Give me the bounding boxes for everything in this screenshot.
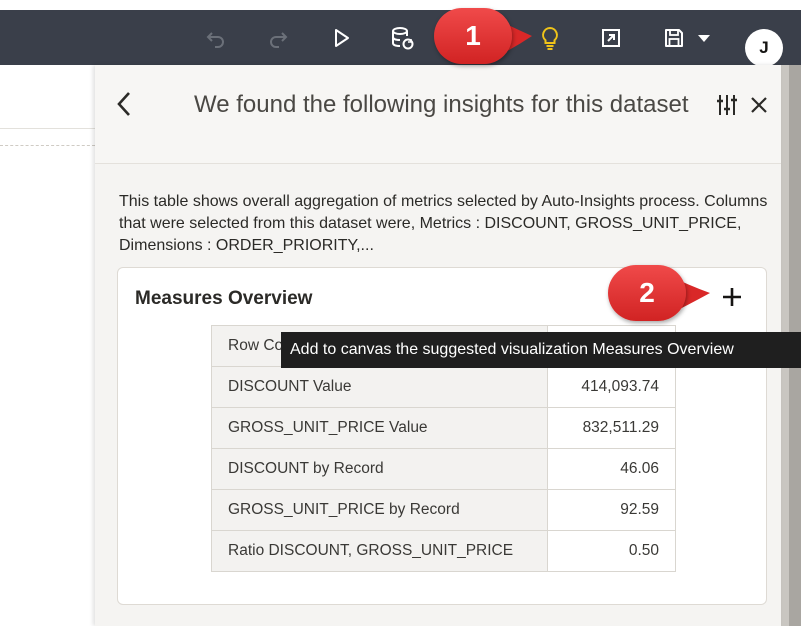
add-to-canvas-tooltip: Add to canvas the suggested visualizatio…: [281, 332, 801, 368]
canvas-area: [0, 65, 95, 626]
measure-value: 92.59: [547, 489, 676, 531]
measure-label: Ratio DISCOUNT, GROSS_UNIT_PRICE: [211, 530, 548, 572]
measure-value: 46.06: [547, 448, 676, 490]
play-icon[interactable]: [325, 22, 357, 54]
undo-icon[interactable]: [200, 22, 232, 54]
measure-label: GROSS_UNIT_PRICE Value: [211, 407, 548, 449]
save-icon[interactable]: [658, 22, 690, 54]
measure-value: 832,511.29: [547, 407, 676, 449]
user-avatar[interactable]: J: [745, 29, 783, 67]
caret-down-icon[interactable]: [688, 22, 720, 54]
card-title: Measures Overview: [135, 288, 313, 309]
measure-label: DISCOUNT by Record: [211, 448, 548, 490]
sliders-icon: [717, 95, 737, 115]
redo-icon[interactable]: [262, 22, 294, 54]
callout-badge-1: 1: [434, 8, 532, 64]
table-row: DISCOUNT by Record 46.06: [211, 448, 676, 490]
settings-button[interactable]: [715, 92, 739, 118]
close-button[interactable]: [747, 92, 771, 118]
data-refresh-icon[interactable]: [386, 22, 418, 54]
callout-number-2: 2: [639, 277, 655, 308]
measure-value: 414,093.74: [547, 366, 676, 408]
top-toolbar: J: [0, 10, 801, 67]
table-row: GROSS_UNIT_PRICE Value 832,511.29: [211, 407, 676, 449]
insight-description: This table shows overall aggregation of …: [119, 193, 768, 254]
measure-label: GROSS_UNIT_PRICE by Record: [211, 489, 548, 531]
measure-value: 0.50: [547, 530, 676, 572]
present-icon[interactable]: [595, 22, 627, 54]
back-button[interactable]: [113, 89, 137, 119]
chevron-left-icon: [117, 92, 130, 116]
table-row: GROSS_UNIT_PRICE by Record 92.59: [211, 489, 676, 531]
callout-number-1: 1: [465, 20, 481, 51]
callout-badge-2: 2: [608, 265, 710, 321]
canvas-dashed-guide: [0, 145, 95, 146]
measure-label: DISCOUNT Value: [211, 366, 548, 408]
canvas-divider: [0, 128, 95, 129]
close-icon: [751, 97, 767, 113]
panel-header: We found the following insights for this…: [95, 65, 781, 164]
panel-title: We found the following insights for this…: [194, 91, 689, 118]
table-row: DISCOUNT Value 414,093.74: [211, 366, 676, 408]
table-row: Ratio DISCOUNT, GROSS_UNIT_PRICE 0.50: [211, 530, 676, 572]
